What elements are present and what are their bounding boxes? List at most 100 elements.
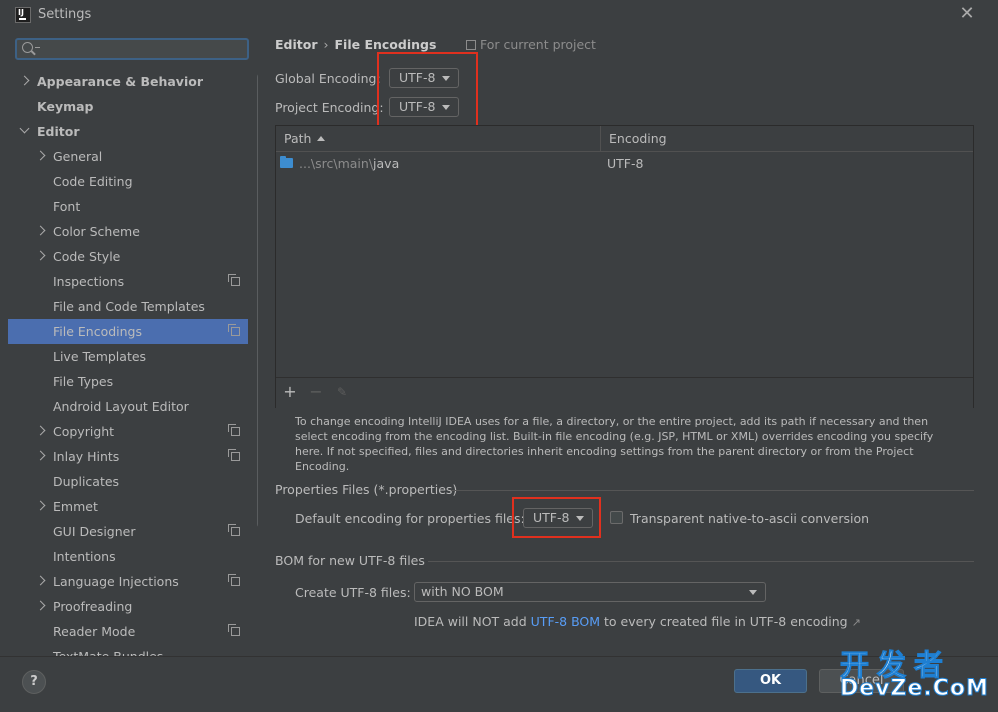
properties-section-title: Properties Files (*.properties)	[275, 482, 458, 497]
sidebar-item-label: Copyright	[53, 424, 115, 439]
for-current-project-label: For current project	[480, 37, 596, 52]
sidebar-item[interactable]: Live Templates	[8, 344, 248, 369]
row-path: ...\src\main\java	[299, 152, 399, 176]
sidebar-item-label: Inlay Hints	[53, 449, 120, 464]
sidebar-item[interactable]: GUI Designer	[8, 519, 248, 544]
settings-search-field[interactable]	[15, 38, 249, 60]
file-encodings-panel: Editor › File Encodings For current projec…	[258, 30, 998, 656]
section-divider	[451, 490, 974, 491]
sidebar-item[interactable]: Emmet	[8, 494, 248, 519]
sidebar-item[interactable]: Code Style	[8, 244, 248, 269]
sidebar-item[interactable]: Intentions	[8, 544, 248, 569]
encoding-help-text: To change encoding IntelliJ IDEA uses fo…	[295, 415, 934, 473]
highlight-box-properties	[512, 497, 601, 538]
sidebar-item-label: Font	[53, 199, 81, 214]
sidebar-item-label: Intentions	[53, 549, 116, 564]
intellij-app-icon	[15, 7, 31, 23]
sidebar-item-label: Appearance & Behavior	[37, 74, 203, 89]
create-utf8-files-label: Create UTF-8 files:	[295, 585, 411, 600]
sidebar-item[interactable]: Inlay Hints	[8, 444, 248, 469]
highlight-box-encodings	[377, 52, 478, 134]
remove-path-button[interactable]: −	[308, 384, 324, 400]
sidebar-item[interactable]: TextMate Bundles	[8, 644, 248, 656]
sidebar-item[interactable]: Color Scheme	[8, 219, 248, 244]
breadcrumb: Editor › File Encodings	[275, 37, 436, 52]
help-button[interactable]: ?	[22, 670, 46, 694]
search-icon	[22, 42, 33, 53]
chevron-right-icon[interactable]	[35, 250, 46, 261]
sidebar-item[interactable]: File Encodings	[8, 319, 248, 344]
sidebar-item-label: Keymap	[37, 99, 94, 114]
chevron-right-icon[interactable]	[35, 450, 46, 461]
watermark-bottom-text: DevZe.CoM	[840, 676, 989, 702]
sidebar-item-label: Language Injections	[53, 574, 179, 589]
external-link-icon: ↗	[851, 616, 861, 629]
sidebar-item[interactable]: Duplicates	[8, 469, 248, 494]
project-scope-icon	[228, 524, 240, 536]
sidebar-item[interactable]: Appearance & Behavior	[8, 69, 248, 94]
transparent-conversion-checkbox[interactable]	[610, 511, 623, 524]
sidebar-item[interactable]: General	[8, 144, 248, 169]
sidebar-item[interactable]: Copyright	[8, 419, 248, 444]
project-scope-icon	[466, 40, 476, 50]
sidebar-item[interactable]: Font	[8, 194, 248, 219]
sidebar-item[interactable]: Language Injections	[8, 569, 248, 594]
row-path-name: java	[373, 156, 400, 171]
create-utf8-files-dropdown[interactable]: with NO BOM	[414, 582, 766, 602]
close-icon[interactable]: ✕	[958, 4, 976, 24]
sidebar-item[interactable]: Editor	[8, 119, 248, 144]
create-utf8-files-value: with NO BOM	[421, 584, 504, 599]
window-title: Settings	[38, 7, 92, 22]
chevron-right-icon[interactable]	[19, 75, 30, 86]
chevron-right-icon[interactable]	[35, 225, 46, 236]
chevron-right-icon[interactable]	[35, 575, 46, 586]
sort-ascending-icon	[317, 136, 326, 141]
column-header-path[interactable]: Path	[284, 126, 326, 151]
chevron-right-icon[interactable]	[35, 425, 46, 436]
sidebar-item[interactable]: File Types	[8, 369, 248, 394]
sidebar-item[interactable]: Keymap	[8, 94, 248, 119]
sidebar-item[interactable]: Proofreading	[8, 594, 248, 619]
breadcrumb-current: File Encodings	[334, 37, 437, 52]
add-path-button[interactable]: +	[282, 384, 298, 400]
for-current-project-note: For current project	[466, 37, 596, 52]
sidebar-item-label: Code Style	[53, 249, 121, 264]
sidebar-item[interactable]: Reader Mode	[8, 619, 248, 644]
breadcrumb-parent[interactable]: Editor	[275, 37, 318, 52]
breadcrumb-separator: ›	[323, 37, 329, 52]
sidebar-item-label: Reader Mode	[53, 624, 136, 639]
column-header-encoding[interactable]: Encoding	[609, 126, 667, 151]
table-row[interactable]: ...\src\main\java UTF-8	[276, 152, 973, 176]
chevron-down-icon[interactable]	[19, 123, 30, 134]
settings-search-input[interactable]	[45, 40, 245, 58]
column-divider[interactable]	[600, 126, 601, 151]
sidebar-item[interactable]: Inspections	[8, 269, 248, 294]
sidebar-item[interactable]: File and Code Templates	[8, 294, 248, 319]
project-scope-icon	[228, 274, 240, 286]
sidebar-item-label: File and Code Templates	[53, 299, 205, 314]
edit-pencil-icon[interactable]: ✎	[334, 384, 350, 400]
sidebar-item-label: Android Layout Editor	[53, 399, 189, 414]
search-history-chevron-icon[interactable]	[35, 47, 40, 51]
utf8-bom-link[interactable]: UTF-8 BOM	[531, 614, 600, 629]
sidebar-item-label: GUI Designer	[53, 524, 136, 539]
sidebar-item-label: Live Templates	[53, 349, 147, 364]
sidebar-item[interactable]: Code Editing	[8, 169, 248, 194]
sidebar-item-label: Color Scheme	[53, 224, 140, 239]
title-bar: Settings ✕	[0, 0, 998, 30]
sidebar-item-label: Emmet	[53, 499, 98, 514]
chevron-right-icon[interactable]	[35, 150, 46, 161]
folder-icon	[280, 156, 293, 168]
table-toolbar: + − ✎	[276, 377, 973, 408]
ok-button[interactable]: OK	[734, 669, 807, 693]
settings-dialog: Settings ✕ Appearance & Behavior Keymap Ed…	[0, 0, 998, 712]
chevron-right-icon[interactable]	[35, 600, 46, 611]
chevron-right-icon[interactable]	[35, 500, 46, 511]
sidebar-item[interactable]: Android Layout Editor	[8, 394, 248, 419]
project-scope-icon	[228, 324, 240, 336]
global-encoding-label: Global Encoding:	[275, 71, 381, 86]
transparent-conversion-label[interactable]: Transparent native-to-ascii conversion	[630, 511, 869, 526]
row-encoding[interactable]: UTF-8	[607, 152, 643, 176]
bom-section-title: BOM for new UTF-8 files	[275, 553, 425, 568]
sidebar-item-label: Inspections	[53, 274, 125, 289]
